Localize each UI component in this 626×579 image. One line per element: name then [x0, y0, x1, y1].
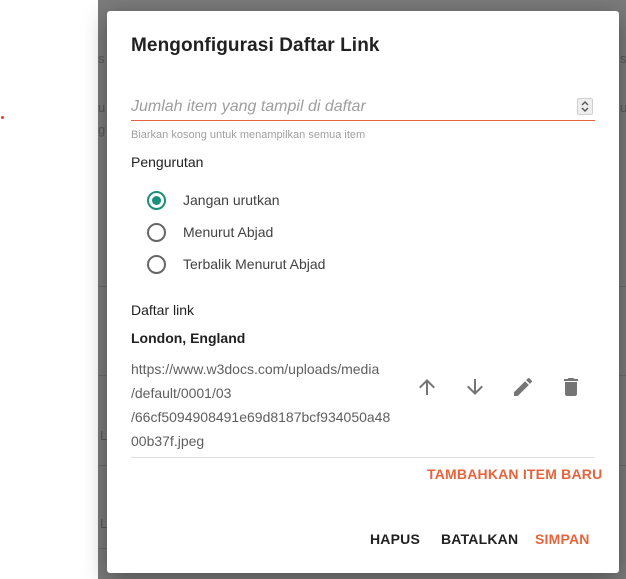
bg-text-fragment: s [98, 51, 105, 66]
radio-label: Terbalik Menurut Abjad [183, 256, 326, 272]
number-spinner[interactable] [577, 98, 593, 115]
link-item-url: https://www.w3docs.com/uploads/media /de… [131, 357, 403, 453]
sorting-label: Pengurutan [131, 154, 204, 170]
bg-divider [98, 465, 107, 466]
bg-divider [619, 465, 626, 466]
add-new-item-button[interactable]: TAMBAHKAN ITEM BARU [427, 466, 602, 482]
radio-label: Jangan urutkan [183, 192, 280, 208]
bg-text-fragment: g [98, 122, 106, 137]
radio-no-sort[interactable]: Jangan urutkan [147, 189, 280, 211]
spinner-arrows-icon [581, 101, 589, 112]
bg-divider [98, 286, 107, 287]
item-count-input[interactable] [131, 93, 595, 121]
cancel-button[interactable]: BATALKAN [441, 531, 518, 547]
configure-link-list-dialog: Mengonfigurasi Daftar Link Biarkan koson… [107, 11, 619, 573]
dialog-title: Mengonfigurasi Daftar Link [131, 35, 380, 56]
radio-button[interactable] [147, 222, 166, 242]
bg-text-fragment: s [620, 51, 626, 66]
red-dot-marker [1, 116, 4, 119]
bg-divider [619, 286, 626, 287]
item-count-hint: Biarkan kosong untuk menampilkan semua i… [131, 129, 366, 141]
radio-button[interactable] [147, 254, 166, 274]
radio-label: Menurut Abjad [183, 224, 274, 240]
delete-button[interactable]: HAPUS [370, 531, 420, 547]
delete-icon[interactable] [559, 375, 583, 399]
bg-text-fragment: u [98, 100, 106, 115]
radio-button-checked[interactable] [147, 190, 166, 210]
radio-alphabetical[interactable]: Menurut Abjad [147, 221, 273, 243]
bg-divider [98, 548, 107, 549]
bg-text-fragment: u [620, 100, 626, 115]
link-url-line: 00b37f.jpeg [131, 433, 205, 449]
save-button[interactable]: SIMPAN [535, 531, 590, 547]
arrow-up-icon[interactable] [415, 375, 439, 399]
background-page [0, 0, 98, 579]
link-url-line: /66cf5094908491e69d8187bcf934050a48 [131, 409, 391, 425]
link-url-line: /default/0001/03 [131, 385, 232, 401]
link-url-line: https://www.w3docs.com/uploads/media [131, 361, 380, 377]
arrow-down-icon[interactable] [463, 375, 487, 399]
link-item-name: London, England [131, 330, 246, 346]
bg-divider [98, 375, 107, 376]
divider [131, 457, 595, 458]
bg-divider [619, 375, 626, 376]
link-list-label: Daftar link [131, 302, 195, 318]
edit-icon[interactable] [511, 375, 535, 399]
radio-reverse-alphabetical[interactable]: Terbalik Menurut Abjad [147, 253, 325, 275]
